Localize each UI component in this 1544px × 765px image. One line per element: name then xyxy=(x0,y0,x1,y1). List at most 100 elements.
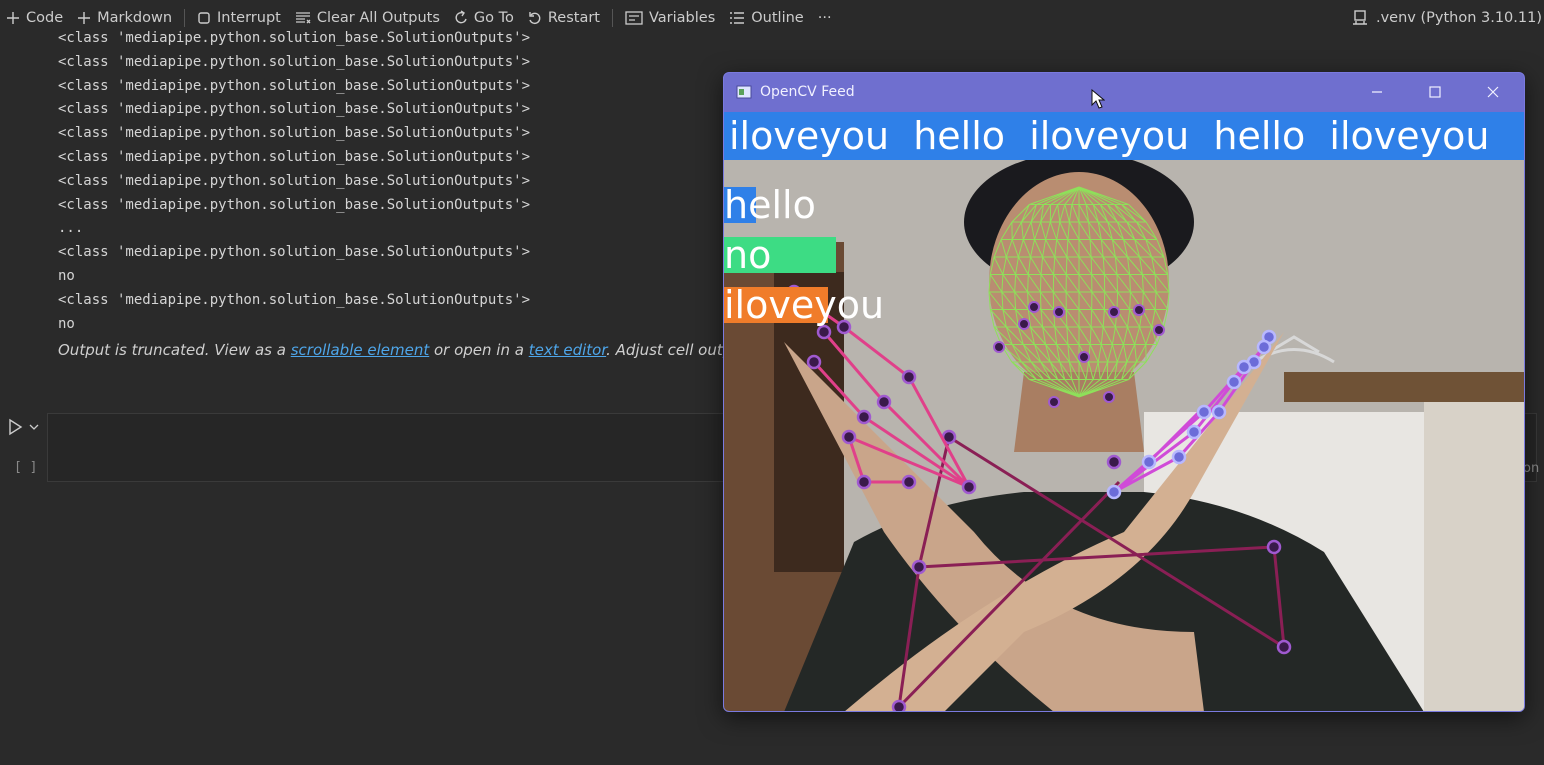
hand-point xyxy=(816,324,832,340)
face-landmark-point xyxy=(1133,304,1145,316)
maximize-icon xyxy=(1429,86,1441,98)
scrollable-element-link[interactable]: scrollable element xyxy=(291,341,429,359)
hand-point xyxy=(961,479,977,495)
face-landmark-point xyxy=(1153,324,1165,336)
play-icon xyxy=(9,418,23,436)
go-to-icon xyxy=(455,10,467,24)
action-label: no xyxy=(724,233,772,277)
hand-point xyxy=(1226,374,1242,390)
outline-button[interactable]: Outline xyxy=(722,5,810,31)
hand-point xyxy=(1141,454,1157,470)
markdown-label: Markdown xyxy=(97,10,173,26)
truncated-suffix: . Adjust cell output settings... xyxy=(606,341,723,359)
output-line: <class 'mediapipe.python.solution_base.S… xyxy=(58,101,531,118)
window-app-icon xyxy=(736,85,752,99)
outline-label: Outline xyxy=(751,10,804,26)
window-frame xyxy=(1284,372,1524,402)
action-label: iloveyou xyxy=(724,283,885,327)
sentence-bar: iloveyou hello iloveyou hello iloveyou xyxy=(724,112,1524,160)
interrupt-label: Interrupt xyxy=(217,10,281,26)
kernel-picker[interactable]: .venv (Python 3.10.11) xyxy=(1352,0,1544,36)
toolbar-divider xyxy=(184,9,186,27)
output-line: no xyxy=(58,315,75,332)
hand-point xyxy=(856,474,872,490)
run-cell-button[interactable] xyxy=(6,416,46,438)
hand-point xyxy=(876,394,892,410)
face-landmark-point xyxy=(1103,391,1115,403)
pose-point xyxy=(1266,539,1282,555)
output-line: <class 'mediapipe.python.solution_base.S… xyxy=(58,53,531,70)
maximize-button[interactable] xyxy=(1412,73,1458,111)
output-truncated-notice: Output is truncated. View as a scrollabl… xyxy=(58,341,723,359)
face-landmark-point xyxy=(1108,306,1120,318)
code-label: Code xyxy=(26,10,64,26)
cell-output: <class 'mediapipe.python.solution_base.S… xyxy=(58,27,723,336)
kernel-label: .venv (Python 3.10.11) xyxy=(1375,10,1542,26)
text-editor-link[interactable]: text editor xyxy=(529,341,606,359)
action-probability-iloveyou: iloveyou xyxy=(724,286,884,324)
close-button[interactable] xyxy=(1470,73,1516,111)
hand-point xyxy=(1256,339,1272,355)
hand-point xyxy=(1171,449,1187,465)
variables-icon xyxy=(625,11,643,25)
output-line: <class 'mediapipe.python.solution_base.S… xyxy=(58,172,531,189)
minimize-button[interactable] xyxy=(1354,73,1400,111)
face-landmark-point xyxy=(1053,306,1065,318)
clear-all-icon xyxy=(295,12,311,24)
execution-count: [ ] xyxy=(14,460,38,475)
hand-point xyxy=(1211,404,1227,420)
face-landmark-point xyxy=(1078,351,1090,363)
hand-point xyxy=(1186,424,1202,440)
pose-point xyxy=(911,559,927,575)
action-probability-hello: hello xyxy=(724,186,816,224)
face-landmark-point xyxy=(993,341,1005,353)
face-landmark-point xyxy=(1028,301,1040,313)
toolbar-divider xyxy=(612,9,613,27)
output-line: <class 'mediapipe.python.solution_base.S… xyxy=(58,244,531,261)
plus-icon xyxy=(7,12,19,24)
truncated-prefix: Output is truncated. View as a xyxy=(58,341,291,359)
hand-point xyxy=(841,429,857,445)
pose-point xyxy=(1106,454,1122,470)
output-line: ... xyxy=(58,220,84,237)
hand-point xyxy=(1236,359,1252,375)
hand-point xyxy=(901,474,917,490)
chevron-down-icon[interactable] xyxy=(28,421,40,433)
hand-point xyxy=(1196,404,1212,420)
restart-label: Restart xyxy=(547,10,600,26)
output-line: <class 'mediapipe.python.solution_base.S… xyxy=(58,30,531,46)
hand-point xyxy=(856,409,872,425)
window-titlebar[interactable]: OpenCV Feed xyxy=(724,73,1524,111)
curtain xyxy=(1424,402,1524,711)
clear-all-outputs-label: Clear All Outputs xyxy=(316,10,440,26)
hand-point xyxy=(806,354,822,370)
hand-point xyxy=(1106,484,1122,500)
output-line: no xyxy=(58,267,75,284)
kernel-icon xyxy=(1352,10,1367,25)
output-line: <class 'mediapipe.python.solution_base.S… xyxy=(58,196,531,213)
stop-icon xyxy=(198,12,210,24)
output-line: <class 'mediapipe.python.solution_base.S… xyxy=(58,125,531,142)
variables-label: Variables xyxy=(649,10,716,26)
truncated-middle: or open in a xyxy=(429,341,529,359)
opencv-feed-window[interactable]: OpenCV Feed iloveyou hello iloveyou hell… xyxy=(723,72,1525,712)
cell-edge-text: on xyxy=(1523,461,1540,476)
more-label: ··· xyxy=(817,10,832,26)
outline-icon xyxy=(730,12,745,24)
camera-feed: iloveyou hello iloveyou hello iloveyou h… xyxy=(724,112,1524,711)
restart-icon xyxy=(529,12,541,25)
mouse-cursor-icon xyxy=(1091,89,1105,109)
window-title: OpenCV Feed xyxy=(760,84,855,100)
more-actions-button[interactable]: ··· xyxy=(811,5,839,31)
minimize-icon xyxy=(1372,91,1382,93)
output-line: <class 'mediapipe.python.solution_base.S… xyxy=(58,148,531,165)
output-line: <class 'mediapipe.python.solution_base.S… xyxy=(58,77,531,94)
face-landmark-point xyxy=(1048,396,1060,408)
pose-point xyxy=(1276,639,1292,655)
hand-point xyxy=(901,369,917,385)
output-line: <class 'mediapipe.python.solution_base.S… xyxy=(58,291,531,308)
close-icon xyxy=(1487,86,1499,98)
action-label: hello xyxy=(724,183,816,227)
camera-frame xyxy=(724,112,1524,711)
plus-icon xyxy=(78,12,91,24)
